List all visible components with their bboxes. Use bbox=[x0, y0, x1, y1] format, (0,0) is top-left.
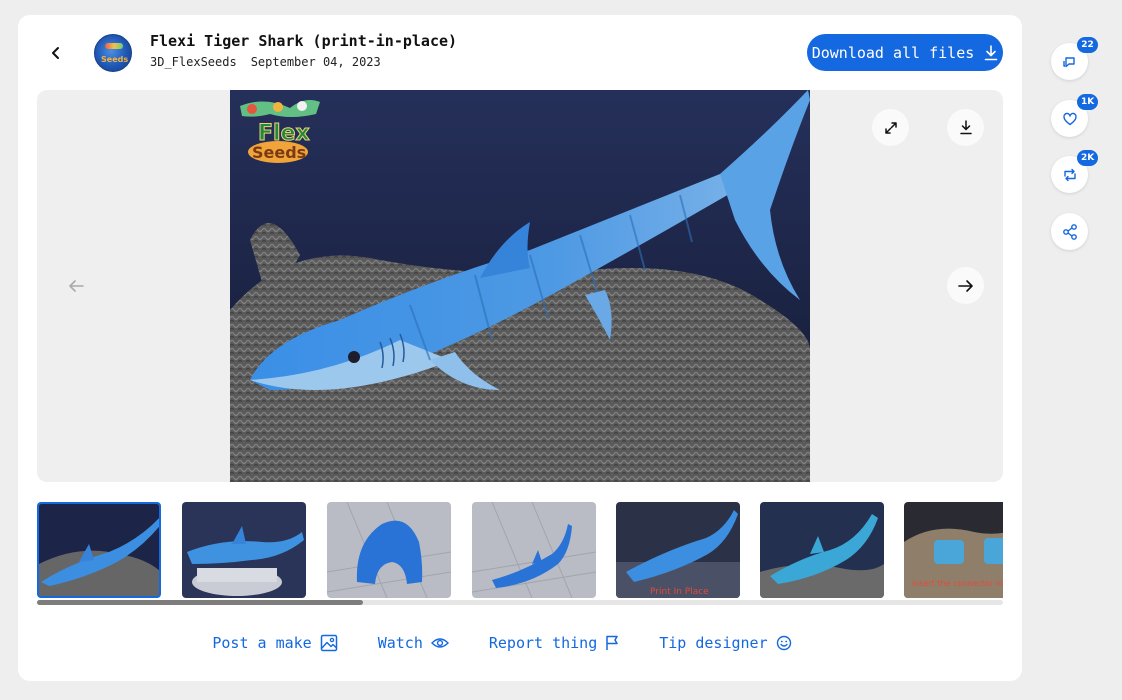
comments-button[interactable]: 22 bbox=[1051, 37, 1098, 80]
thumbnail-7[interactable]: Insert the connector in the hole in the … bbox=[904, 502, 1003, 598]
remix-count-badge: 2K bbox=[1077, 150, 1099, 166]
comments-count-badge: 22 bbox=[1077, 37, 1098, 53]
thumbnail-2[interactable] bbox=[182, 502, 306, 598]
smile-icon bbox=[776, 635, 791, 651]
image-viewer: Flex Seeds bbox=[37, 90, 1003, 482]
expand-icon bbox=[884, 121, 897, 134]
thumbnail-strip: Print In Place Insert the connector in t… bbox=[37, 502, 1003, 598]
share-button[interactable] bbox=[1051, 213, 1088, 250]
fullscreen-button[interactable] bbox=[872, 109, 909, 146]
remix-icon bbox=[1063, 168, 1076, 181]
download-icon bbox=[984, 44, 998, 60]
download-all-button[interactable]: Download all files bbox=[807, 34, 1003, 71]
author-link[interactable]: 3D_FlexSeeds bbox=[150, 55, 237, 69]
flag-icon bbox=[606, 635, 618, 650]
watch-label: Watch bbox=[377, 634, 423, 652]
thumbnail-caption-insert-connector: Insert the connector in the hole in the … bbox=[912, 579, 1003, 588]
report-thing-label: Report thing bbox=[488, 634, 598, 652]
post-make-button[interactable]: Post a make bbox=[212, 633, 337, 653]
chevron-left-icon bbox=[52, 47, 59, 59]
likes-count-badge: 1K bbox=[1077, 94, 1099, 110]
post-make-label: Post a make bbox=[212, 634, 312, 652]
comment-icon bbox=[1062, 56, 1075, 67]
thumbnail-5[interactable]: Print In Place bbox=[616, 502, 740, 598]
thumbnail-caption-print-in-place: Print In Place bbox=[650, 587, 709, 597]
next-image-button[interactable] bbox=[947, 267, 984, 304]
arrow-left-icon bbox=[69, 280, 84, 292]
thumbnail-scrollbar-thumb[interactable] bbox=[37, 600, 363, 605]
thing-actions: Post a make Watch Report thing Tip desig… bbox=[0, 633, 1004, 653]
thumbnail-1[interactable] bbox=[37, 502, 161, 598]
thumbnail-3[interactable] bbox=[327, 502, 451, 598]
download-all-label: Download all files bbox=[811, 43, 975, 62]
share-icon bbox=[1062, 223, 1077, 240]
tip-designer-label: Tip designer bbox=[659, 634, 768, 652]
arrow-right-icon bbox=[957, 279, 973, 292]
eye-icon bbox=[430, 638, 449, 648]
thumbnail-4[interactable] bbox=[472, 502, 596, 598]
publish-date: September 04, 2023 bbox=[250, 55, 381, 69]
svg-text:Seeds: Seeds bbox=[252, 143, 306, 162]
report-thing-button[interactable]: Report thing bbox=[489, 633, 619, 653]
author-avatar[interactable]: Seeds bbox=[94, 34, 132, 72]
page-title: Flexi Tiger Shark (print-in-place) bbox=[150, 32, 458, 50]
tip-designer-button[interactable]: Tip designer bbox=[659, 633, 791, 653]
download-icon bbox=[959, 120, 972, 135]
avatar-logo-stripe bbox=[105, 43, 123, 49]
shark-photo-illustration: Flex Seeds bbox=[230, 90, 810, 482]
image-icon bbox=[320, 634, 337, 652]
download-image-button[interactable] bbox=[947, 109, 984, 146]
thumbnail-scrollbar[interactable] bbox=[37, 600, 1003, 605]
watch-button[interactable]: Watch bbox=[378, 633, 449, 653]
remix-button[interactable]: 2K bbox=[1051, 150, 1099, 193]
heart-icon bbox=[1062, 112, 1077, 125]
avatar-logo-word: Seeds bbox=[101, 55, 129, 64]
thing-meta: 3D_FlexSeeds September 04, 2023 bbox=[150, 55, 381, 69]
main-photo[interactable]: Flex Seeds bbox=[230, 90, 810, 482]
back-button[interactable] bbox=[40, 40, 72, 66]
thumbnail-6[interactable] bbox=[760, 502, 884, 598]
previous-image-button[interactable] bbox=[65, 275, 87, 297]
like-button[interactable]: 1K bbox=[1051, 94, 1099, 137]
